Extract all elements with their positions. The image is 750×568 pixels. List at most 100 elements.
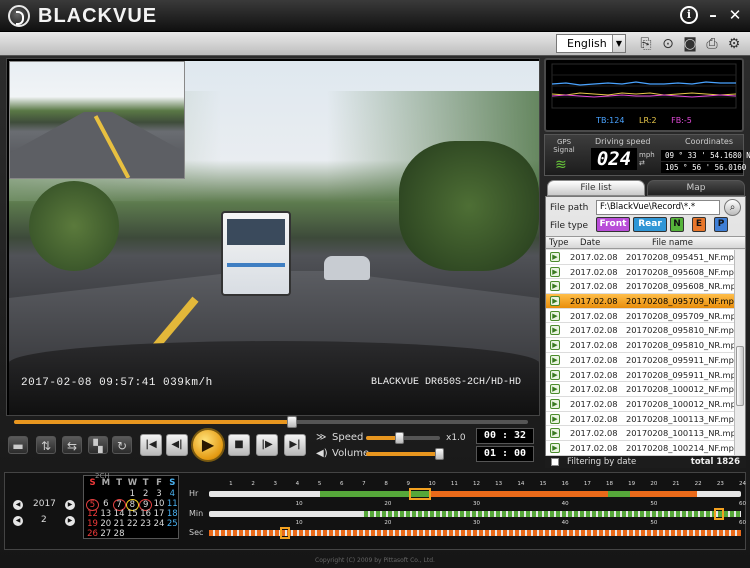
refresh-button[interactable]: ↻: [112, 436, 132, 454]
map-pin-icon[interactable]: ⊙: [659, 35, 677, 53]
calendar-day[interactable]: 22: [126, 519, 139, 529]
timeline-tick-label: 50: [650, 501, 658, 507]
calendar-day[interactable]: 2: [139, 489, 152, 499]
calendar-day[interactable]: 1: [126, 489, 139, 499]
calendar-day[interactable]: 3: [153, 489, 166, 499]
volume-slider-thumb[interactable]: [434, 448, 444, 460]
calendar-day[interactable]: 27: [99, 529, 112, 539]
timeline-selected-marker[interactable]: [714, 508, 725, 520]
calendar-weekday: T: [116, 478, 122, 488]
calendar-day[interactable]: 26: [86, 529, 99, 539]
file-row[interactable]: ▶ 2017.02.08 20170208_100012_NR.mp4: [546, 397, 734, 412]
step-forward-button[interactable]: |▶: [256, 434, 278, 456]
calendar-day[interactable]: 21: [113, 519, 126, 529]
info-button[interactable]: i: [680, 6, 698, 24]
calendar-day[interactable]: 14: [113, 509, 126, 519]
file-row[interactable]: ▶ 2017.02.08 20170208_095810_NF.mp4: [546, 323, 734, 339]
camera-icon[interactable]: ◙: [681, 35, 699, 53]
video-scenery-tree: [29, 181, 119, 271]
file-path-input[interactable]: F:\BlackVue\Record\*.*: [596, 200, 720, 215]
tab-map[interactable]: Map: [647, 180, 745, 196]
file-row[interactable]: ▶ 2017.02.08 20170208_095451_NF.mp4: [546, 250, 734, 265]
calendar-day[interactable]: 11: [166, 499, 179, 509]
month-prev-button[interactable]: ◀: [13, 516, 23, 526]
stop-button[interactable]: ■: [228, 434, 250, 456]
filter-rear-button[interactable]: Rear: [633, 217, 667, 232]
speed-unit[interactable]: mph ⇄: [639, 151, 655, 167]
flip-horizontal-button[interactable]: ⇆: [62, 436, 82, 454]
file-name: 20170208_100012_NR.mp4: [626, 398, 734, 409]
speed-slider[interactable]: [366, 432, 440, 444]
column-type[interactable]: Type: [549, 238, 569, 248]
scrollbar-thumb[interactable]: [736, 346, 744, 406]
calendar-day[interactable]: 17: [153, 509, 166, 519]
filter-by-date-checkbox[interactable]: [551, 458, 559, 466]
file-row[interactable]: ▶ 2017.02.08 20170208_095608_NF.mp4: [546, 265, 734, 280]
gear-icon[interactable]: ⚙: [725, 35, 743, 53]
volume-slider[interactable]: [366, 448, 444, 460]
seek-bar-thumb[interactable]: [286, 416, 297, 428]
minute-timeline[interactable]: 10 20 30 40 50 60: [209, 501, 746, 520]
search-icon[interactable]: ⌕: [724, 199, 741, 216]
filter-normal-button[interactable]: N: [670, 217, 684, 232]
column-file-name[interactable]: File name: [652, 238, 693, 248]
file-row[interactable]: ▶ 2017.02.08 20170208_095911_NF.mp4: [546, 353, 734, 368]
calendar-day[interactable]: 25: [166, 519, 179, 529]
filter-parking-button[interactable]: P: [714, 217, 728, 232]
language-select[interactable]: English ▼: [556, 34, 626, 53]
step-back-button[interactable]: ◀|: [166, 434, 188, 456]
year-prev-button[interactable]: ◀: [13, 500, 23, 510]
file-row[interactable]: ▶ 2017.02.08 20170208_100113_NR.mp4: [546, 426, 734, 441]
calendar-day[interactable]: 19: [86, 519, 99, 529]
hour-timeline[interactable]: 1 2 3 4 5 6 7 8 9 10 11 12 13 14 15 16 17 18 19 20 21 22 23 24: [209, 481, 746, 500]
second-timeline[interactable]: 10 20 30 40 50 60: [209, 520, 746, 539]
file-row[interactable]: ▶ 2017.02.08 20170208_095608_NR.mp4: [546, 279, 734, 295]
video-player[interactable]: 2017-02-08 09:57:41 039km/h BLACKVUE DR6…: [6, 58, 540, 416]
speed-slider-thumb[interactable]: [395, 432, 405, 444]
calendar-day[interactable]: 20: [99, 519, 112, 529]
calendar-day[interactable]: 28: [113, 529, 126, 539]
file-list-scrollbar[interactable]: [734, 250, 745, 455]
calendar-day[interactable]: 6: [99, 499, 112, 509]
speed-icon: ≫: [316, 432, 327, 443]
previous-file-button[interactable]: |◀: [140, 434, 162, 456]
calendar-day[interactable]: 16: [139, 509, 152, 519]
seek-bar[interactable]: [14, 416, 528, 428]
file-row[interactable]: ▶ 2017.02.08 20170208_095810_NR.mp4: [546, 338, 734, 353]
filter-event-button[interactable]: E: [692, 217, 706, 232]
flip-vertical-button[interactable]: ⇅: [36, 436, 56, 454]
calendar-day[interactable]: 10: [153, 499, 166, 509]
calendar-day[interactable]: 4: [166, 489, 179, 499]
file-row[interactable]: ▶ 2017.02.08 20170208_100214_NF.mp4: [546, 441, 734, 455]
pip-toggle-button[interactable]: ▚: [88, 436, 108, 454]
timeline-selected-marker[interactable]: [279, 527, 290, 539]
chevron-down-icon[interactable]: ▼: [612, 35, 625, 52]
screen-mode-button[interactable]: ▬: [8, 436, 28, 454]
calendar-day[interactable]: 24: [153, 519, 166, 529]
month-next-button[interactable]: ▶: [65, 516, 75, 526]
g-sensor-tb-value: TB:124: [596, 116, 625, 125]
filter-front-button[interactable]: Front: [596, 217, 630, 232]
g-sensor-lr-trace: [551, 92, 737, 96]
column-date[interactable]: Date: [580, 238, 600, 248]
next-file-button[interactable]: ▶|: [284, 434, 306, 456]
play-button[interactable]: ▶: [191, 428, 225, 462]
calendar-day[interactable]: 18: [166, 509, 179, 519]
tab-file-list[interactable]: File list: [547, 180, 645, 196]
year-next-button[interactable]: ▶: [65, 500, 75, 510]
calendar-day[interactable]: 23: [139, 519, 152, 529]
dashcam-icon[interactable]: ⎘: [637, 35, 655, 53]
timeline-selected-marker[interactable]: [408, 488, 431, 500]
file-row[interactable]: ▶ 2017.02.08 20170208_100012_NF.mp4: [546, 382, 734, 397]
file-row[interactable]: ▶ 2017.02.08 20170208_095911_NR.mp4: [546, 368, 734, 383]
rear-camera-pip-view[interactable]: [9, 61, 185, 179]
printer-icon[interactable]: ⎙: [703, 35, 721, 53]
file-row[interactable]: ▶ 2017.02.08 20170208_100113_NF.mp4: [546, 412, 734, 427]
file-row[interactable]: ▶ 2017.02.08 20170208_095709_NR.mp4: [546, 309, 734, 324]
calendar-day[interactable]: 13: [99, 509, 112, 519]
minimize-button[interactable]: –: [704, 6, 722, 24]
calendar-day[interactable]: 15: [126, 509, 139, 519]
calendar-day[interactable]: 12: [86, 509, 99, 519]
file-row[interactable]: ▶ 2017.02.08 20170208_095709_NF.mp4: [546, 294, 734, 309]
close-button[interactable]: ✕: [726, 6, 744, 24]
